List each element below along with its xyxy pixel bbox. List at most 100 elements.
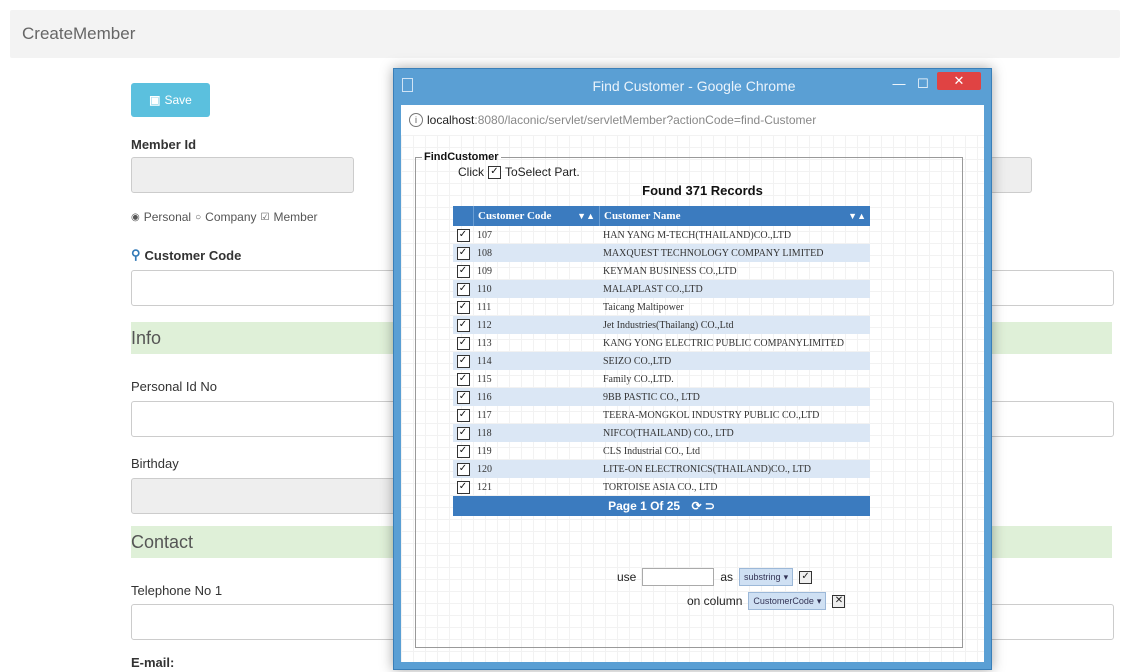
grid-select-column-header bbox=[453, 206, 474, 226]
as-label: as bbox=[720, 570, 734, 584]
clear-filter-checkbox[interactable]: ✕ bbox=[832, 594, 846, 608]
chevron-down-icon: ▾ bbox=[816, 596, 822, 606]
sort-icon[interactable]: ▼▲ bbox=[577, 206, 595, 226]
table-row[interactable]: ✓ 117 TEERA-MONGKOL INDUSTRY PUBLIC CO.,LT… bbox=[453, 406, 870, 424]
popup-content: FindCustomer Click ✓ ToSelect Part. Foun… bbox=[401, 135, 984, 662]
row-checkbox[interactable]: ✓ bbox=[456, 444, 470, 458]
table-row[interactable]: ✓ 118 NIFCO(THAILAND) CO., LTD bbox=[453, 424, 870, 442]
table-row[interactable]: ✓ 111 Taicang Maltipower bbox=[453, 298, 870, 316]
row-customer-code: 119 bbox=[477, 445, 492, 457]
search-icon[interactable]: ⚲ bbox=[131, 247, 141, 263]
row-checkbox[interactable]: ✓ bbox=[456, 318, 470, 332]
info-icon[interactable]: i bbox=[409, 113, 423, 127]
close-button[interactable]: ✕ bbox=[937, 72, 981, 90]
row-checkbox[interactable]: ✓ bbox=[456, 336, 470, 350]
contact-section-title: Contact bbox=[131, 532, 194, 552]
records-found: Found 371 Records bbox=[642, 183, 763, 198]
column-select[interactable]: CustomerCode ▾ bbox=[748, 592, 827, 610]
row-checkbox[interactable]: ✓ bbox=[456, 408, 470, 422]
column-header-customer-name[interactable]: Customer Name ▼▲ bbox=[600, 206, 870, 226]
table-row[interactable]: ✓ 113 KANG YONG ELECTRIC PUBLIC COMPANYLIM… bbox=[453, 334, 870, 352]
radio-personal[interactable]: ◉ bbox=[131, 212, 140, 223]
email-label: E-mail: bbox=[131, 655, 175, 670]
table-row[interactable]: ✓ 110 MALAPLAST CO.,LTD bbox=[453, 280, 870, 298]
table-row[interactable]: ✓ 116 9BB PASTIC CO., LTD bbox=[453, 388, 870, 406]
member-name-field[interactable] bbox=[990, 157, 1032, 193]
window-titlebar[interactable]: Find Customer - Google Chrome — ☐ ✕ bbox=[394, 69, 991, 105]
pager-text: Page 1 Of 25 bbox=[608, 499, 681, 513]
row-customer-name: KANG YONG ELECTRIC PUBLIC COMPANYLIMITED bbox=[603, 337, 844, 349]
table-row[interactable]: ✓ 112 Jet Industries(Thailang) CO.,Ltd bbox=[453, 316, 870, 334]
row-customer-code: 118 bbox=[477, 427, 492, 439]
table-row[interactable]: ✓ 119 CLS Industrial CO., Ltd bbox=[453, 442, 870, 460]
row-checkbox[interactable]: ✓ bbox=[456, 372, 470, 386]
column-header-customer-code-label: Customer Code bbox=[478, 210, 552, 222]
row-customer-code: 114 bbox=[477, 355, 492, 367]
row-checkbox[interactable]: ✓ bbox=[456, 282, 470, 296]
row-customer-name: MAXQUEST TECHNOLOGY COMPANY LIMITED bbox=[603, 247, 824, 259]
sort-icon[interactable]: ▼▲ bbox=[848, 206, 866, 226]
row-checkbox[interactable]: ✓ bbox=[456, 264, 470, 278]
table-row[interactable]: ✓ 121 TORTOISE ASIA CO., LTD bbox=[453, 478, 870, 496]
match-type-select[interactable]: substring ▾ bbox=[739, 568, 794, 586]
row-customer-code: 113 bbox=[477, 337, 492, 349]
birthday-field[interactable] bbox=[131, 478, 403, 514]
table-row[interactable]: ✓ 115 Family CO.,LTD. bbox=[453, 370, 870, 388]
refresh-icon[interactable]: ⟳ bbox=[691, 499, 701, 513]
to-select-text: ToSelect Part. bbox=[505, 165, 580, 179]
save-button-label: Save bbox=[164, 93, 192, 107]
radio-company-label: Company bbox=[205, 210, 257, 224]
table-row[interactable]: ✓ 107 HAN YANG M-TECH(THAILAND)CO.,LTD bbox=[453, 226, 870, 244]
save-button[interactable]: ▣ Save bbox=[131, 83, 210, 117]
column-header-customer-name-label: Customer Name bbox=[604, 210, 681, 222]
row-customer-name: MALAPLAST CO.,LTD bbox=[603, 283, 703, 295]
grid-body: ✓ 107 HAN YANG M-TECH(THAILAND)CO.,LTD ✓ 10… bbox=[453, 226, 870, 496]
match-type-select-value: substring bbox=[744, 572, 781, 582]
row-customer-name: NIFCO(THAILAND) CO., LTD bbox=[603, 427, 734, 439]
column-header-customer-code[interactable]: Customer Code ▼▲ bbox=[474, 206, 600, 226]
member-id-field[interactable] bbox=[131, 157, 354, 193]
radio-company[interactable]: ○ bbox=[195, 212, 201, 223]
row-customer-code: 121 bbox=[477, 481, 492, 493]
row-checkbox[interactable]: ✓ bbox=[456, 354, 470, 368]
filter-text-input[interactable] bbox=[642, 568, 715, 586]
info-section-title: Info bbox=[131, 328, 162, 348]
row-checkbox[interactable]: ✓ bbox=[456, 390, 470, 404]
personal-id-label: Personal Id No bbox=[131, 379, 217, 394]
table-row[interactable]: ✓ 120 LITE-ON ELECTRONICS(THAILAND)CO., LT… bbox=[453, 460, 870, 478]
checkbox-icon: ✓ bbox=[488, 165, 501, 179]
row-customer-code: 108 bbox=[477, 247, 492, 259]
url-text[interactable]: localhost:8080/laconic/servlet/servletMe… bbox=[427, 113, 816, 127]
maximize-button[interactable]: ☐ bbox=[912, 75, 934, 95]
table-row[interactable]: ✓ 114 SEIZO CO.,LTD bbox=[453, 352, 870, 370]
page-icon bbox=[402, 78, 413, 92]
row-customer-name: TORTOISE ASIA CO., LTD bbox=[603, 481, 718, 493]
row-customer-name: Family CO.,LTD. bbox=[603, 373, 674, 385]
grid-pager: Page 1 Of 25 ⟳ ⊃ bbox=[453, 496, 870, 516]
row-customer-code: 111 bbox=[477, 301, 492, 313]
url-host: localhost bbox=[427, 113, 475, 127]
table-row[interactable]: ✓ 109 KEYMAN BUSINESS CO.,LTD bbox=[453, 262, 870, 280]
chevron-down-icon: ▾ bbox=[783, 572, 789, 582]
next-page-icon[interactable]: ⊃ bbox=[705, 499, 715, 513]
row-customer-name: LITE-ON ELECTRONICS(THAILAND)CO., LTD bbox=[603, 463, 811, 475]
minimize-button[interactable]: — bbox=[888, 75, 910, 95]
customer-code-label-group[interactable]: ⚲ Customer Code bbox=[131, 247, 241, 263]
row-checkbox[interactable]: ✓ bbox=[456, 426, 470, 440]
row-customer-code: 107 bbox=[477, 229, 492, 241]
row-customer-name: TEERA-MONGKOL INDUSTRY PUBLIC CO.,LTD bbox=[603, 409, 820, 421]
address-bar[interactable]: i localhost:8080/laconic/servlet/servlet… bbox=[401, 105, 984, 136]
row-customer-code: 120 bbox=[477, 463, 492, 475]
checkbox-member[interactable]: ☑ bbox=[261, 212, 270, 223]
birthday-label: Birthday bbox=[131, 456, 179, 471]
apply-checkbox[interactable]: ✓ bbox=[799, 570, 813, 584]
row-checkbox[interactable]: ✓ bbox=[456, 480, 470, 494]
table-row[interactable]: ✓ 108 MAXQUEST TECHNOLOGY COMPANY LIMITED bbox=[453, 244, 870, 262]
row-checkbox[interactable]: ✓ bbox=[456, 228, 470, 242]
row-checkbox[interactable]: ✓ bbox=[456, 462, 470, 476]
page-title: CreateMember bbox=[22, 24, 136, 43]
use-label: use bbox=[617, 570, 637, 584]
row-checkbox[interactable]: ✓ bbox=[456, 246, 470, 260]
column-select-value: CustomerCode bbox=[753, 596, 814, 606]
row-checkbox[interactable]: ✓ bbox=[456, 300, 470, 314]
